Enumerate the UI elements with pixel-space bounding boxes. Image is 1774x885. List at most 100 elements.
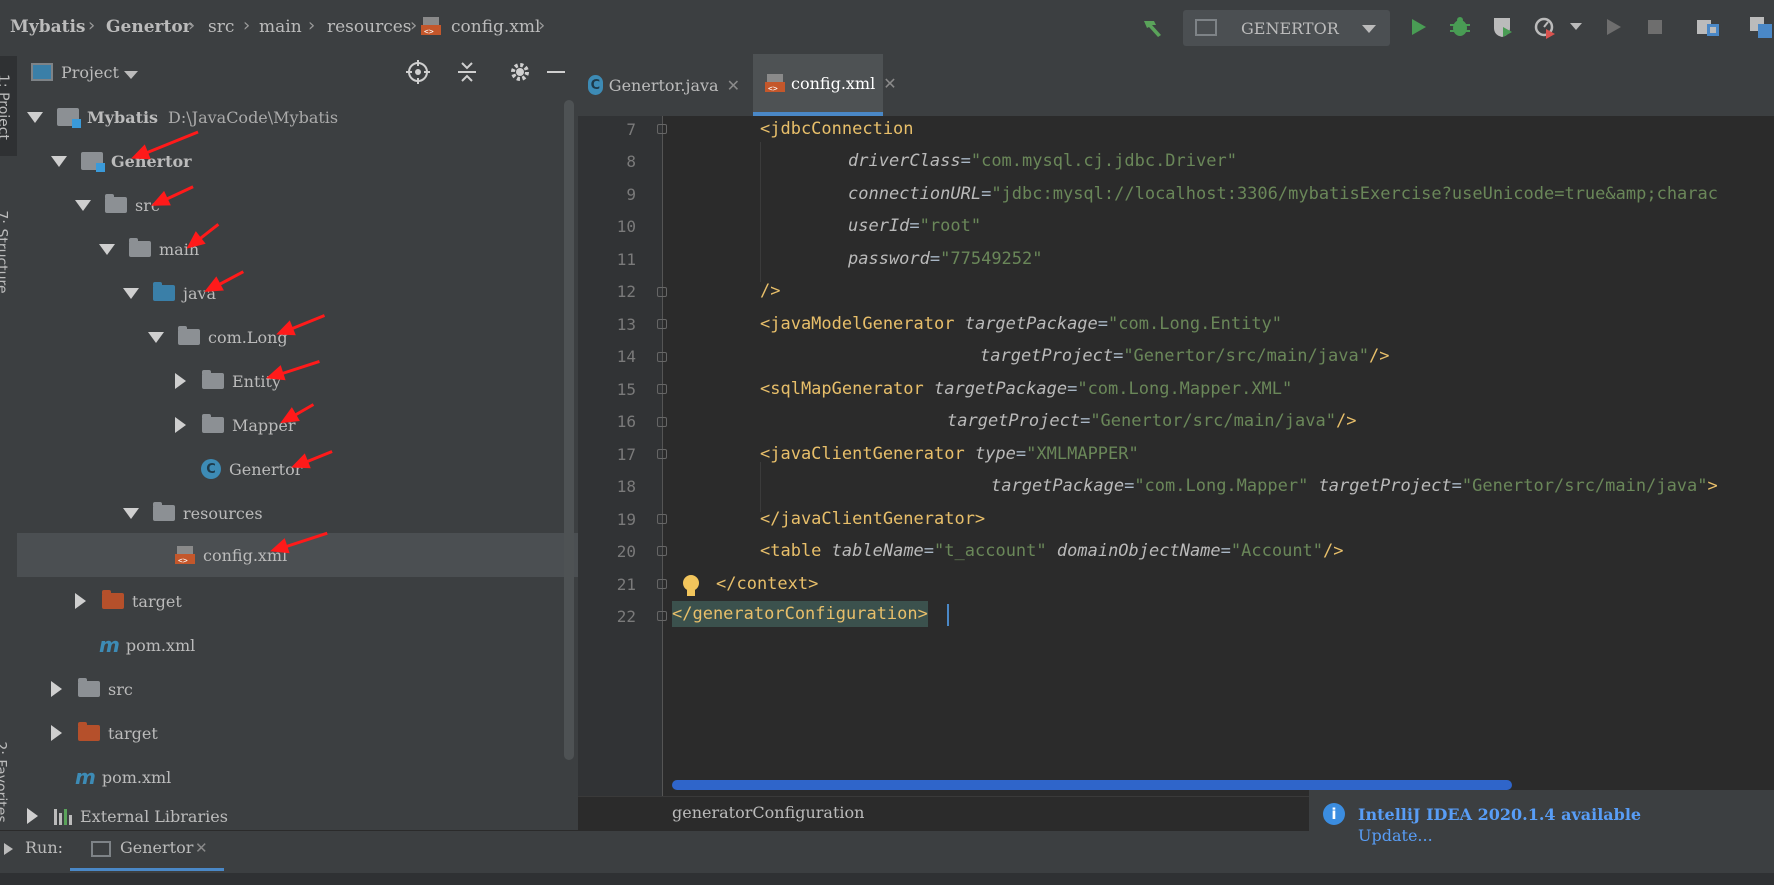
close-icon[interactable]: ✕ bbox=[727, 76, 740, 95]
fold-marker-icon[interactable] bbox=[657, 287, 667, 297]
structure-tool-tab-label[interactable]: 7: Structure bbox=[0, 210, 10, 293]
fold-marker-icon[interactable] bbox=[657, 611, 667, 621]
attach-run-icon[interactable] bbox=[1600, 14, 1626, 40]
project-panel-scrollbar[interactable] bbox=[564, 100, 574, 760]
expand-arrow-icon[interactable] bbox=[123, 287, 139, 299]
tree-item-label: resources bbox=[183, 503, 263, 523]
tree-item-project-root[interactable]: Mybatis D:\JavaCode\Mybatis bbox=[17, 97, 338, 137]
fold-marker-icon[interactable] bbox=[657, 449, 667, 459]
breadcrumb-separator: › bbox=[410, 15, 418, 36]
tree-item-resources[interactable]: resources bbox=[17, 493, 263, 533]
play-icon[interactable] bbox=[1405, 14, 1431, 40]
project-view-icon bbox=[31, 63, 53, 81]
project-tool-tab-label[interactable]: 1: Project bbox=[0, 74, 11, 140]
svg-text:<>: <> bbox=[178, 556, 188, 565]
fold-marker-icon[interactable] bbox=[657, 546, 667, 556]
editor-horizontal-scrollbar[interactable] bbox=[672, 780, 1512, 790]
expand-arrow-icon[interactable] bbox=[175, 417, 186, 433]
tree-item-java[interactable]: java bbox=[17, 273, 216, 313]
fold-marker-icon[interactable] bbox=[657, 384, 667, 394]
line-number: 17 bbox=[616, 445, 636, 464]
locate-icon[interactable] bbox=[406, 60, 430, 88]
breadcrumb-file[interactable]: config.xml bbox=[451, 17, 540, 37]
tree-item-main[interactable]: main bbox=[17, 229, 199, 269]
tree-item-pom-xml[interactable]: m pom.xml bbox=[17, 625, 195, 665]
expand-arrow-icon[interactable] bbox=[51, 681, 62, 697]
project-structure-icon[interactable] bbox=[1695, 14, 1721, 40]
tree-item-config-xml[interactable]: <> config.xml bbox=[17, 533, 578, 577]
profiler-icon[interactable] bbox=[1532, 14, 1558, 40]
expand-arrow-icon[interactable] bbox=[75, 593, 86, 609]
code-line: <javaModelGenerator targetPackage="com.L… bbox=[760, 314, 1283, 334]
translate-icon[interactable] bbox=[1748, 14, 1774, 40]
fold-marker-icon[interactable] bbox=[657, 579, 667, 589]
hammer-icon[interactable] bbox=[1140, 14, 1166, 40]
expand-arrow-icon[interactable] bbox=[51, 725, 62, 741]
chevron-down-icon bbox=[1362, 25, 1376, 33]
tree-item-target[interactable]: target bbox=[17, 581, 182, 621]
chevron-down-icon[interactable] bbox=[124, 71, 138, 79]
tree-item-root-pom-xml[interactable]: m pom.xml bbox=[17, 757, 171, 797]
fold-marker-icon[interactable] bbox=[657, 319, 667, 329]
run-configuration-select[interactable]: GENERTOR bbox=[1183, 10, 1390, 46]
line-number: 18 bbox=[616, 477, 636, 496]
run-config-icon bbox=[1195, 19, 1217, 36]
expand-arrow-icon[interactable] bbox=[75, 199, 91, 211]
expand-arrow-icon[interactable] bbox=[175, 373, 186, 389]
tree-item-genertor-class[interactable]: C Genertor bbox=[17, 449, 302, 489]
tab-genertor-java[interactable]: C Genertor.java ✕ bbox=[588, 54, 740, 116]
tree-item-label: Mybatis bbox=[87, 107, 159, 127]
stop-icon[interactable] bbox=[1642, 14, 1668, 40]
tree-item-src[interactable]: src bbox=[17, 185, 160, 225]
tree-item-root-src[interactable]: src bbox=[17, 669, 133, 709]
code-line: <table tableName="t_account" domainObjec… bbox=[760, 541, 1344, 561]
bug-icon[interactable] bbox=[1447, 14, 1473, 40]
expand-arrow-icon[interactable] bbox=[27, 808, 38, 824]
tree-item-label: External Libraries bbox=[80, 806, 228, 826]
favorites-tool-tab-label[interactable]: 2: Favorites bbox=[0, 741, 9, 822]
navigation-bar: Mybatis › Genertor › src › main › resour… bbox=[0, 0, 1774, 55]
editor-tabs: C Genertor.java ✕ <> config.xml ✕ bbox=[578, 54, 1774, 116]
minimize-icon[interactable] bbox=[547, 71, 565, 73]
lightbulb-icon[interactable] bbox=[680, 574, 702, 602]
fold-marker-icon[interactable] bbox=[657, 352, 667, 362]
tree-item-root-target[interactable]: target bbox=[17, 713, 158, 753]
code-line: <sqlMapGenerator targetPackage="com.Long… bbox=[760, 379, 1293, 399]
code-line: targetProject="Genertor/src/main/java"/> bbox=[980, 346, 1390, 366]
update-notification: i IntelliJ IDEA 2020.1.4 available Updat… bbox=[1309, 790, 1774, 852]
expand-arrow-icon[interactable] bbox=[123, 507, 139, 519]
breadcrumb-module[interactable]: Genertor bbox=[106, 17, 192, 37]
expand-arrow-icon[interactable] bbox=[148, 331, 164, 343]
close-icon[interactable]: ✕ bbox=[883, 74, 896, 93]
close-icon[interactable]: ✕ bbox=[195, 839, 208, 857]
tree-item-genertor-module[interactable]: Genertor bbox=[17, 141, 192, 181]
run-label: Run: bbox=[25, 838, 64, 857]
breadcrumb-resources[interactable]: resources bbox=[327, 17, 412, 37]
breadcrumb-main[interactable]: main bbox=[259, 17, 302, 37]
tree-item-mapper[interactable]: Mapper bbox=[17, 405, 296, 445]
fold-marker-icon[interactable] bbox=[657, 514, 667, 524]
expand-arrow-icon[interactable] bbox=[99, 243, 115, 255]
tab-config-xml[interactable]: <> config.xml ✕ bbox=[753, 54, 897, 116]
gear-icon[interactable] bbox=[508, 60, 532, 88]
breadcrumb-src[interactable]: src bbox=[208, 17, 234, 37]
tree-item-entity[interactable]: Entity bbox=[17, 361, 281, 401]
collapse-all-icon[interactable] bbox=[455, 60, 479, 88]
tab-label: config.xml bbox=[791, 73, 876, 93]
breadcrumb-project[interactable]: Mybatis bbox=[10, 17, 85, 37]
update-link[interactable]: Update... bbox=[1358, 826, 1433, 845]
xml-file-icon: <> bbox=[175, 544, 195, 566]
project-view-label[interactable]: Project bbox=[61, 63, 119, 82]
fold-marker-icon[interactable] bbox=[657, 124, 667, 134]
tree-item-com-long[interactable]: com.Long bbox=[17, 317, 288, 357]
editor-breadcrumb-path[interactable]: generatorConfiguration bbox=[672, 803, 864, 822]
coverage-icon[interactable] bbox=[1489, 14, 1515, 40]
expand-arrow-icon[interactable] bbox=[51, 155, 67, 167]
maven-icon: m bbox=[99, 633, 120, 657]
chevron-down-icon[interactable] bbox=[1570, 23, 1582, 30]
fold-marker-icon[interactable] bbox=[657, 417, 667, 427]
source-folder-icon bbox=[153, 282, 175, 301]
run-tab-genertor[interactable]: Genertor ✕ bbox=[70, 831, 224, 871]
code-line: connectionURL="jdbc:mysql://localhost:33… bbox=[848, 184, 1718, 204]
expand-arrow-icon[interactable] bbox=[27, 111, 43, 123]
